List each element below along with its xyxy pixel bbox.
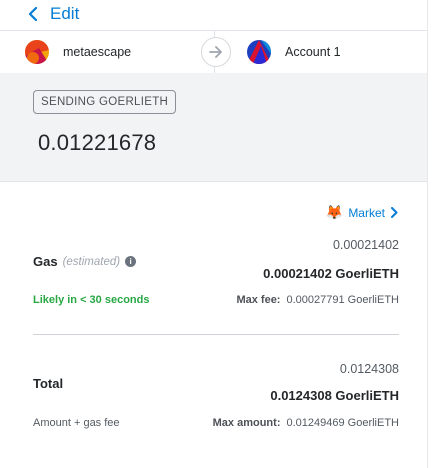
chevron-left-icon (28, 7, 38, 21)
max-fee-value: 0.00027791 GoerliETH (286, 294, 399, 306)
send-amount: 0.01221678 (38, 130, 157, 155)
amount-plus-gas-label: Amount + gas fee (33, 417, 120, 429)
max-amount-value: 0.01249469 GoerliETH (286, 417, 399, 429)
market-label: Market (348, 205, 385, 220)
max-amount-key: Max amount: (212, 417, 281, 429)
gas-likely-time: Likely in < 30 seconds (33, 294, 150, 306)
market-link[interactable]: 🦊 Market (326, 204, 398, 221)
gas-value-bold: 0.00021402 GoerliETH (263, 266, 399, 281)
recipient-name: Account 1 (285, 45, 341, 59)
confirm-transaction-panel: Edit metaescape Account 1 SENDING GOERLI… (0, 0, 428, 468)
gas-estimated-label: (estimated) (62, 255, 121, 268)
max-fee-key: Max fee: (236, 294, 281, 306)
chevron-right-icon (391, 207, 398, 218)
sender-account[interactable]: metaescape (25, 39, 131, 65)
total-value: 0.0124308 (339, 362, 399, 376)
sender-recipient-bar: metaescape Account 1 (0, 30, 427, 74)
transfer-arrow (201, 37, 231, 67)
total-label: Total (33, 376, 64, 391)
gas-label: Gas (33, 254, 58, 269)
fox-icon: 🦊 (325, 204, 344, 220)
gas-value: 0.00021402 (332, 238, 399, 252)
gas-label-group: Gas (estimated) i (33, 254, 137, 269)
recipient-avatar (247, 40, 271, 64)
max-fee: Max fee: 0.00027791 GoerliETH (236, 294, 399, 306)
sender-name: metaescape (63, 45, 132, 59)
send-summary: SENDING GOERLIETH 0.01221678 (0, 73, 427, 182)
recipient-account[interactable]: Account 1 (247, 39, 341, 65)
edit-label: Edit (50, 4, 80, 23)
sender-avatar (25, 40, 49, 64)
header: Edit (0, 0, 427, 30)
max-amount: Max amount: 0.01249469 GoerliETH (213, 417, 399, 429)
total-value-bold: 0.0124308 GoerliETH (270, 388, 399, 403)
arrow-right-icon (209, 46, 222, 58)
sending-badge: SENDING GOERLIETH (33, 90, 177, 114)
info-icon[interactable]: i (125, 256, 137, 267)
section-divider (33, 334, 399, 335)
edit-back-button[interactable]: Edit (28, 2, 79, 26)
transaction-details: 🦊 Market 0.00021402 Gas (estimated) i 0.… (0, 182, 427, 468)
